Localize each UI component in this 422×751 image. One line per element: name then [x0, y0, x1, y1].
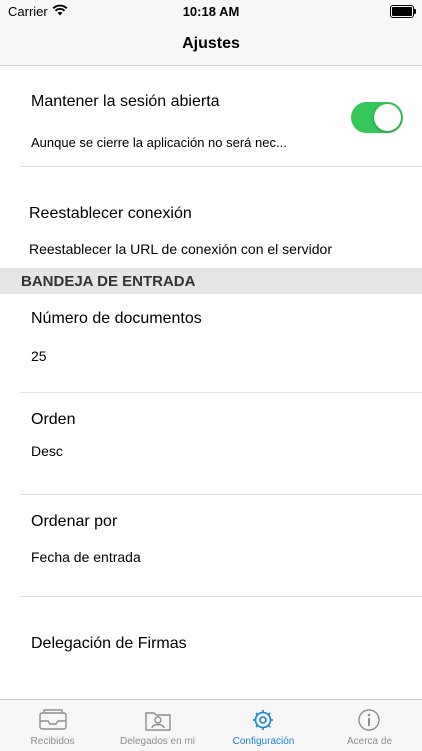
toggle-knob [374, 104, 401, 131]
signature-delegation-row[interactable]: Delegación de Firmas [0, 597, 422, 699]
folder-person-icon [105, 708, 210, 732]
keep-session-row[interactable]: Mantener la sesión abierta Aunque se cie… [0, 66, 422, 166]
order-label: Orden [31, 411, 76, 428]
tray-icon [0, 708, 105, 732]
sort-by-row[interactable]: Ordenar por Fecha de entrada [0, 495, 422, 596]
reset-connection-label: Reestablecer conexión [29, 205, 192, 222]
tab-label: Acerca de [346, 736, 393, 747]
tab-recibidos[interactable]: Recibidos [0, 700, 105, 751]
keep-session-label: Mantener la sesión abierta [31, 93, 220, 110]
sort-by-label: Ordenar por [31, 513, 118, 530]
order-value: Desc [31, 443, 63, 459]
document-count-row[interactable]: Número de documentos 25 [0, 294, 422, 392]
reset-connection-row[interactable]: Reestablecer conexión Reestablecer la UR… [0, 167, 422, 268]
inbox-section-header: BANDEJA DE ENTRADA [0, 268, 422, 294]
status-time: 10:18 AM [182, 4, 240, 19]
status-bar: Carrier 10:18 AM [0, 0, 422, 24]
page-title: Ajustes [182, 35, 240, 52]
gear-icon [211, 708, 316, 732]
tab-configuracion[interactable]: Configuración [211, 700, 316, 751]
order-row[interactable]: Orden Desc [0, 393, 422, 494]
reset-connection-subtitle: Reestablecer la URL de conexión con el s… [29, 241, 332, 257]
tab-delegados[interactable]: Delegados en mi [105, 700, 210, 751]
sort-by-value: Fecha de entrada [31, 549, 141, 565]
settings-list[interactable]: Mantener la sesión abierta Aunque se cie… [0, 66, 422, 699]
section-header-text: BANDEJA DE ENTRADA [21, 273, 196, 290]
keep-session-subtitle: Aunque se cierre la aplicación no será n… [31, 135, 287, 150]
tab-label: Recibidos [30, 736, 75, 747]
battery-icon [390, 5, 416, 18]
document-count-label: Número de documentos [31, 310, 202, 327]
signature-delegation-label: Delegación de Firmas [31, 635, 187, 652]
tab-label: Delegados en mi [119, 736, 196, 747]
tab-label: Configuración [232, 736, 295, 747]
keep-session-toggle[interactable] [351, 102, 403, 133]
tab-acerca-de[interactable]: Acerca de [317, 700, 422, 751]
navigation-bar: Ajustes [0, 24, 422, 66]
info-icon [317, 708, 422, 732]
tab-bar: Recibidos Delegados en mi Configuración … [0, 699, 422, 751]
document-count-value: 25 [31, 348, 47, 364]
